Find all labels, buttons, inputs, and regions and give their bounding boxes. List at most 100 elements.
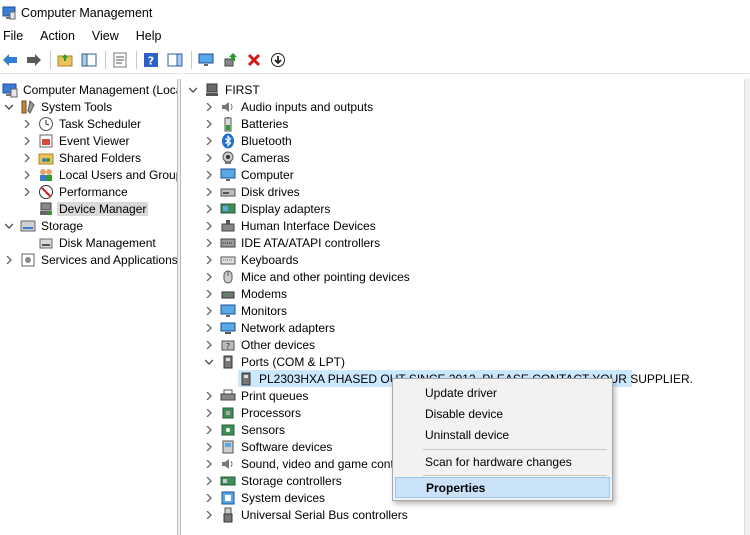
- chevron-right-icon[interactable]: [204, 289, 214, 299]
- menu-scan-hardware[interactable]: Scan for hardware changes: [395, 451, 610, 472]
- tree-root[interactable]: Computer Management (Local: [2, 81, 177, 98]
- up-folder-icon[interactable]: [55, 50, 75, 70]
- chevron-right-icon[interactable]: [204, 187, 214, 197]
- category-usb[interactable]: Universal Serial Bus controllers: [204, 506, 410, 523]
- menu-view[interactable]: View: [89, 29, 125, 43]
- back-icon[interactable]: [0, 50, 20, 70]
- chevron-right-icon[interactable]: [204, 510, 214, 520]
- chevron-down-icon[interactable]: [204, 357, 214, 367]
- menu-update-driver[interactable]: Update driver: [395, 382, 610, 403]
- chevron-down-icon[interactable]: [4, 221, 14, 231]
- chevron-right-icon[interactable]: [204, 221, 214, 231]
- chevron-right-icon[interactable]: [204, 323, 214, 333]
- chevron-right-icon[interactable]: [204, 425, 214, 435]
- category-software-devices[interactable]: Software devices: [204, 438, 334, 455]
- event-viewer-icon: [38, 133, 54, 149]
- device-tree-root[interactable]: FIRST: [188, 81, 262, 98]
- tree-item-services[interactable]: Services and Applications: [4, 251, 177, 268]
- pane-splitter[interactable]: [178, 79, 181, 535]
- chevron-right-icon[interactable]: [22, 136, 32, 146]
- chevron-right-icon[interactable]: [22, 153, 32, 163]
- menu-file[interactable]: File: [0, 29, 29, 43]
- chevron-right-icon[interactable]: [204, 459, 214, 469]
- category-audio[interactable]: Audio inputs and outputs: [204, 98, 375, 115]
- category-bluetooth[interactable]: Bluetooth: [204, 132, 294, 149]
- category-display-adapters[interactable]: Display adapters: [204, 200, 332, 217]
- chevron-right-icon[interactable]: [204, 476, 214, 486]
- chevron-right-icon[interactable]: [204, 408, 214, 418]
- tree-item-event-viewer[interactable]: Event Viewer: [22, 132, 131, 149]
- performance-icon: [38, 184, 54, 200]
- category-batteries[interactable]: Batteries: [204, 115, 290, 132]
- category-other-devices[interactable]: ? Other devices: [204, 336, 317, 353]
- chevron-right-icon[interactable]: [204, 306, 214, 316]
- menu-properties[interactable]: Properties: [395, 477, 610, 498]
- category-keyboards[interactable]: Keyboards: [204, 251, 300, 268]
- disk-drive-icon: [220, 184, 236, 200]
- menu-help[interactable]: Help: [133, 29, 168, 43]
- forward-icon[interactable]: [24, 50, 44, 70]
- chevron-right-icon[interactable]: [204, 136, 214, 146]
- category-monitors[interactable]: Monitors: [204, 302, 289, 319]
- action-pane-icon[interactable]: [165, 50, 185, 70]
- chevron-right-icon[interactable]: [4, 255, 14, 265]
- chevron-right-icon[interactable]: [204, 493, 214, 503]
- chevron-right-icon[interactable]: [22, 170, 32, 180]
- help-icon[interactable]: ?: [141, 50, 161, 70]
- menu-uninstall-device[interactable]: Uninstall device: [395, 424, 610, 445]
- tree-item-task-scheduler[interactable]: Task Scheduler: [22, 115, 143, 132]
- category-ide[interactable]: IDE ATA/ATAPI controllers: [204, 234, 382, 251]
- category-label: Mice and other pointing devices: [241, 269, 410, 284]
- storage-icon: [20, 218, 36, 234]
- tree-item-performance[interactable]: Performance: [22, 183, 130, 200]
- menu-disable-device[interactable]: Disable device: [395, 403, 610, 424]
- monitor-icon[interactable]: [196, 50, 216, 70]
- category-disk-drives[interactable]: Disk drives: [204, 183, 302, 200]
- vertical-scrollbar[interactable]: [744, 79, 750, 535]
- chevron-right-icon[interactable]: [204, 340, 214, 350]
- chevron-down-icon[interactable]: [188, 85, 198, 95]
- chevron-right-icon[interactable]: [204, 272, 214, 282]
- show-hide-tree-icon[interactable]: [79, 50, 99, 70]
- category-sensors[interactable]: Sensors: [204, 421, 287, 438]
- chevron-right-icon[interactable]: [204, 255, 214, 265]
- properties-icon[interactable]: [110, 50, 130, 70]
- chevron-right-icon[interactable]: [22, 187, 32, 197]
- category-processors[interactable]: Processors: [204, 404, 303, 421]
- chevron-right-icon[interactable]: [204, 153, 214, 163]
- chevron-right-icon[interactable]: [22, 119, 32, 129]
- uninstall-icon[interactable]: [244, 50, 264, 70]
- svg-text:?: ?: [148, 55, 154, 68]
- category-storage-controllers[interactable]: Storage controllers: [204, 472, 344, 489]
- tree-item-system-tools[interactable]: System Tools: [4, 98, 114, 115]
- chevron-right-icon[interactable]: [204, 238, 214, 248]
- category-mice[interactable]: Mice and other pointing devices: [204, 268, 412, 285]
- chevron-right-icon[interactable]: [204, 204, 214, 214]
- tree-item-shared-folders[interactable]: Shared Folders: [22, 149, 143, 166]
- category-network[interactable]: Network adapters: [204, 319, 337, 336]
- tree-item-label: Shared Folders: [59, 150, 142, 165]
- category-hid[interactable]: Human Interface Devices: [204, 217, 378, 234]
- download-icon[interactable]: [268, 50, 288, 70]
- tree-item-disk-management[interactable]: Disk Management: [38, 234, 158, 251]
- category-print-queues[interactable]: Print queues: [204, 387, 310, 404]
- category-cameras[interactable]: Cameras: [204, 149, 292, 166]
- update-driver-icon[interactable]: [220, 50, 240, 70]
- menu-action[interactable]: Action: [37, 29, 81, 43]
- category-ports[interactable]: Ports (COM & LPT): [204, 353, 347, 370]
- tree-item-device-manager[interactable]: Device Manager: [38, 200, 149, 217]
- category-system-devices[interactable]: System devices: [204, 489, 327, 506]
- chevron-right-icon[interactable]: [204, 170, 214, 180]
- chevron-right-icon[interactable]: [204, 119, 214, 129]
- category-modems[interactable]: Modems: [204, 285, 289, 302]
- monitor-icon: [220, 303, 236, 319]
- chevron-right-icon[interactable]: [204, 442, 214, 452]
- tree-item-local-users[interactable]: Local Users and Groups: [22, 166, 177, 183]
- device-manager-icon: [38, 201, 54, 217]
- chevron-right-icon[interactable]: [204, 102, 214, 112]
- disk-management-icon: [38, 235, 54, 251]
- chevron-down-icon[interactable]: [4, 102, 14, 112]
- tree-item-storage[interactable]: Storage: [4, 217, 85, 234]
- chevron-right-icon[interactable]: [204, 391, 214, 401]
- category-computer[interactable]: Computer: [204, 166, 296, 183]
